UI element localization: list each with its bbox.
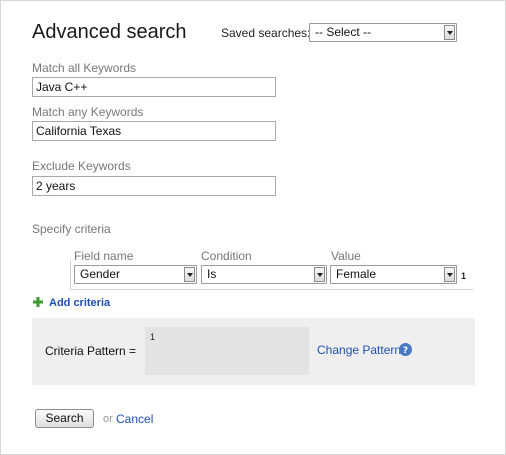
or-separator: or [103, 413, 113, 425]
specify-criteria-label: Specify criteria [32, 222, 111, 236]
condition-value: Is [207, 267, 217, 281]
criteria-pattern-value: 1 [150, 332, 156, 342]
svg-text:?: ? [403, 346, 408, 356]
add-criteria-link[interactable]: Add criteria [49, 297, 110, 309]
search-button[interactable]: Search [35, 409, 94, 428]
value-value: Female [336, 267, 377, 281]
chevron-down-icon [444, 25, 455, 40]
help-icon[interactable]: ? [399, 343, 412, 356]
saved-searches-label: Saved searches: [221, 26, 311, 40]
field-name-select[interactable]: Gender [74, 265, 197, 284]
saved-searches-value: -- Select -- [315, 25, 372, 39]
condition-select[interactable]: Is [201, 265, 327, 284]
criteria-row-number: 1 [461, 271, 467, 281]
exclude-label: Exclude Keywords [32, 159, 131, 173]
chevron-down-icon [314, 267, 325, 282]
chevron-down-icon [184, 267, 195, 282]
exclude-input[interactable]: 2 years [32, 176, 276, 196]
match-all-input[interactable]: Java C++ [32, 77, 276, 97]
page-title: Advanced search [32, 21, 187, 43]
match-any-label: Match any Keywords [32, 105, 144, 119]
saved-searches-select[interactable]: -- Select -- [309, 23, 457, 42]
field-name-value: Gender [80, 267, 121, 281]
criteria-pattern-field[interactable]: 1 [145, 327, 309, 375]
change-pattern-link[interactable]: Change Pattern [317, 343, 401, 357]
plus-icon[interactable] [33, 297, 43, 307]
value-select[interactable]: Female [330, 265, 457, 284]
match-all-label: Match all Keywords [32, 61, 137, 75]
cancel-link[interactable]: Cancel [116, 412, 153, 426]
chevron-down-icon [444, 267, 455, 282]
criteria-pattern-label: Criteria Pattern = [45, 344, 137, 358]
match-any-input[interactable]: California Texas [32, 121, 276, 141]
